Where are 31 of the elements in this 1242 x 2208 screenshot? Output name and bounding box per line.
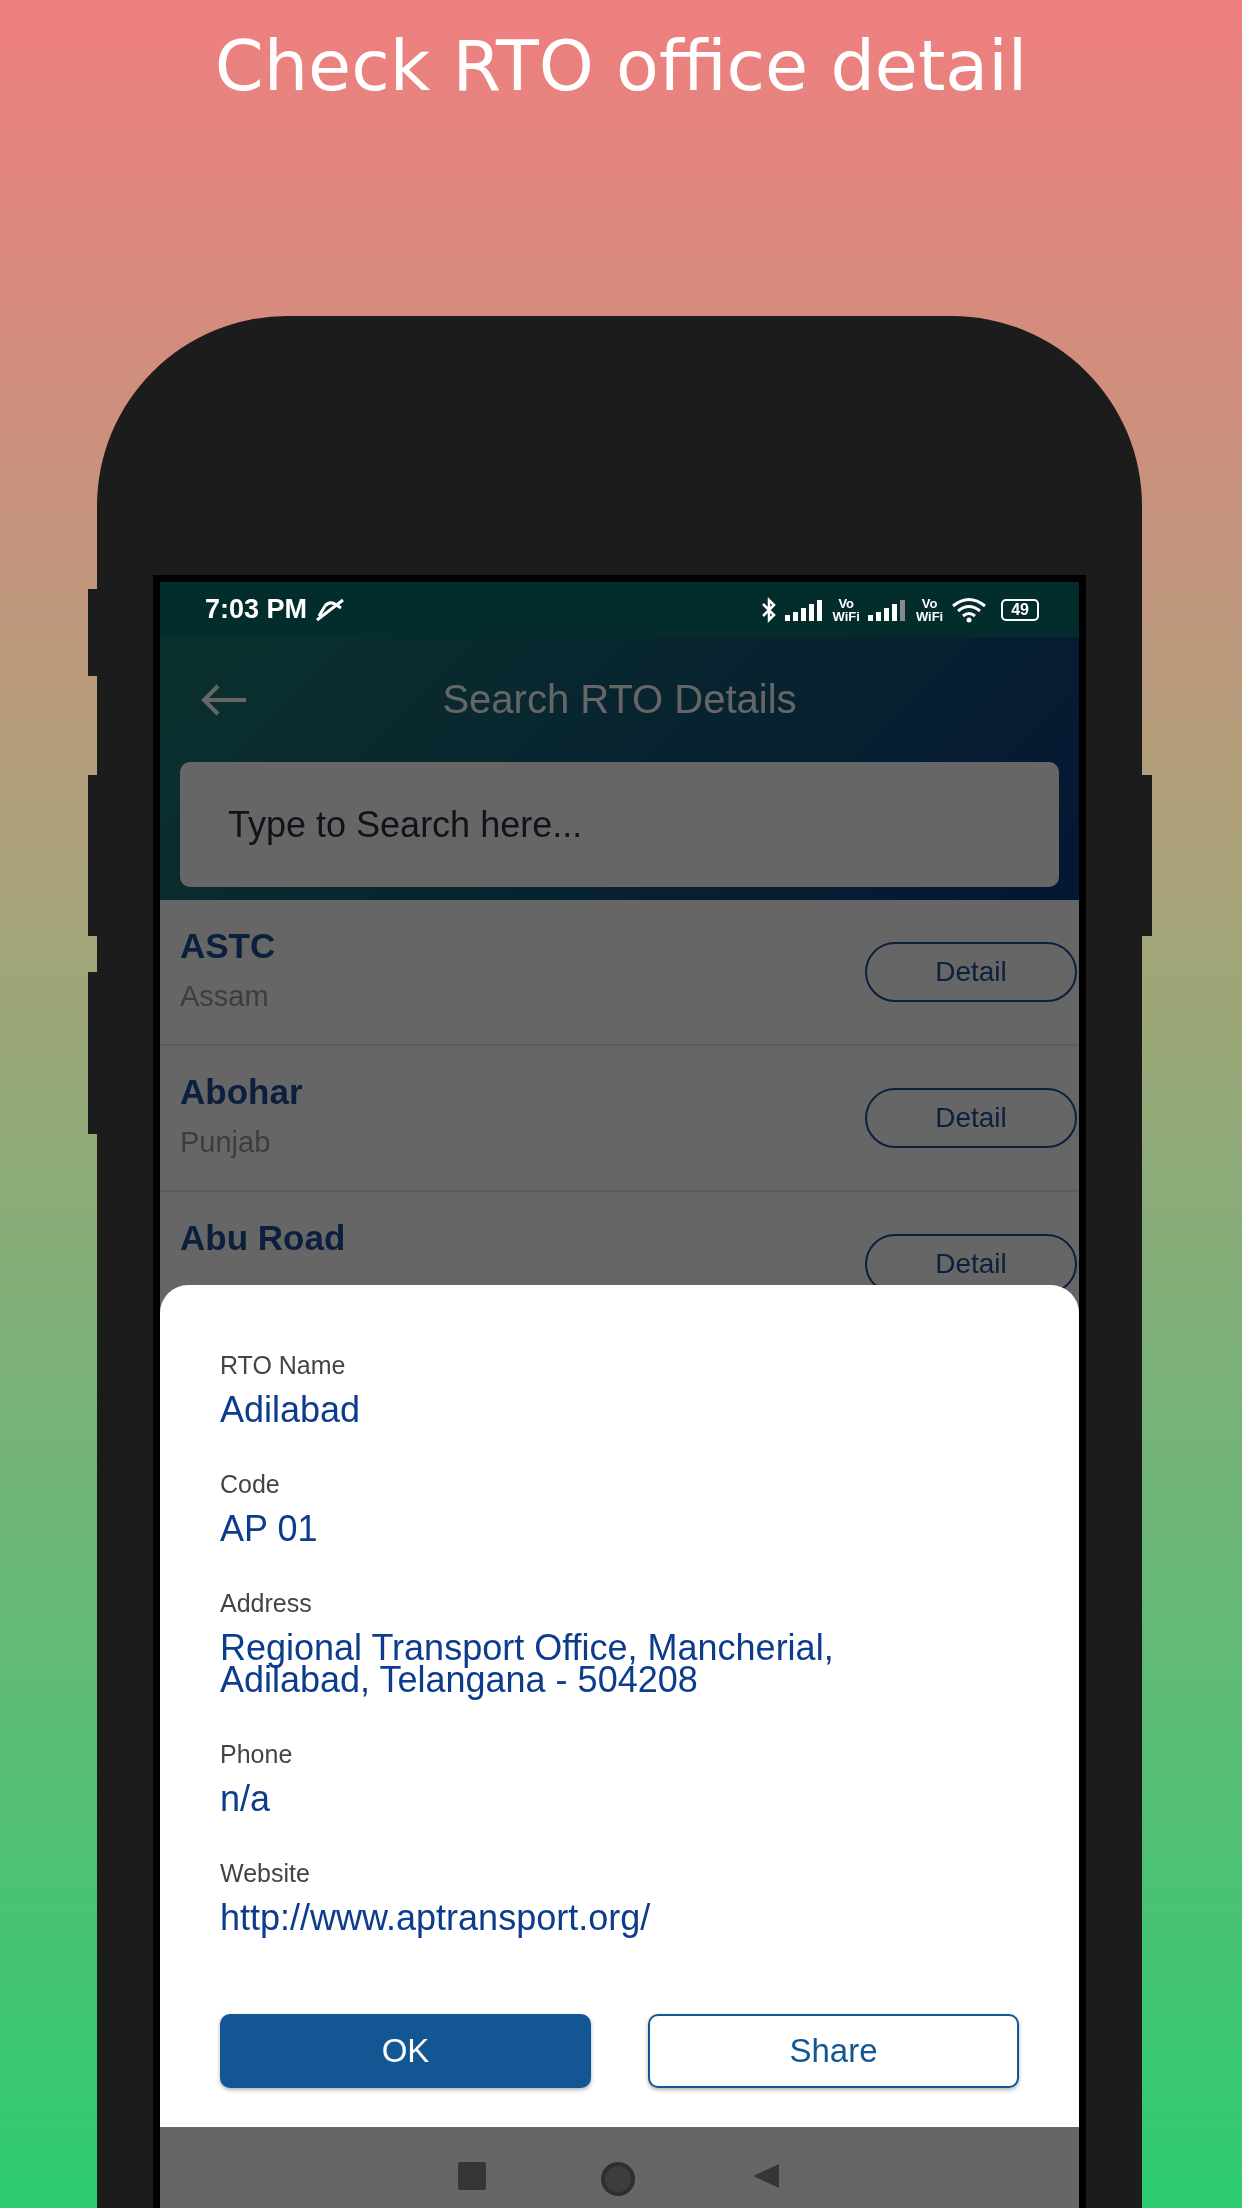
field-label: Code (220, 1470, 281, 1499)
signal-icon (867, 598, 908, 621)
ok-button[interactable]: OK (220, 2014, 591, 2088)
bluetooth-icon (760, 596, 777, 623)
field-value: AP 01 (220, 1513, 319, 1545)
home-icon[interactable] (601, 2162, 636, 2196)
rto-name: ASTC (180, 926, 277, 966)
mute-icon (315, 597, 346, 622)
detail-button[interactable]: Detail (865, 942, 1077, 1002)
back-icon[interactable] (751, 2162, 782, 2190)
field-label: Address (220, 1589, 313, 1618)
wifi-icon (951, 596, 988, 623)
field-value: n/a (220, 1783, 272, 1815)
screen-title: Search RTO Details (441, 677, 798, 722)
search-field[interactable]: Type to Search here... (180, 762, 1059, 887)
vowifi-label: Vo WiFi (832, 596, 860, 623)
field-label: Website (220, 1859, 311, 1888)
recents-icon[interactable] (457, 2162, 486, 2190)
status-time: 7:03 PM (205, 594, 308, 625)
detail-button[interactable]: Detail (865, 1088, 1077, 1148)
battery-indicator: 49 (1001, 598, 1039, 621)
headline: Check RTO office detail (214, 24, 1028, 108)
signal-icon (784, 598, 825, 621)
share-button[interactable]: Share (648, 2014, 1019, 2088)
rto-name: Abohar (180, 1072, 304, 1112)
field-value: Adilabad (220, 1394, 362, 1426)
field-label: RTO Name (220, 1351, 347, 1380)
back-arrow-icon[interactable] (200, 682, 248, 717)
rto-name: Abu Road (180, 1218, 347, 1258)
field-label: Phone (220, 1740, 294, 1769)
vowifi-label: Vo WiFi (915, 596, 944, 623)
